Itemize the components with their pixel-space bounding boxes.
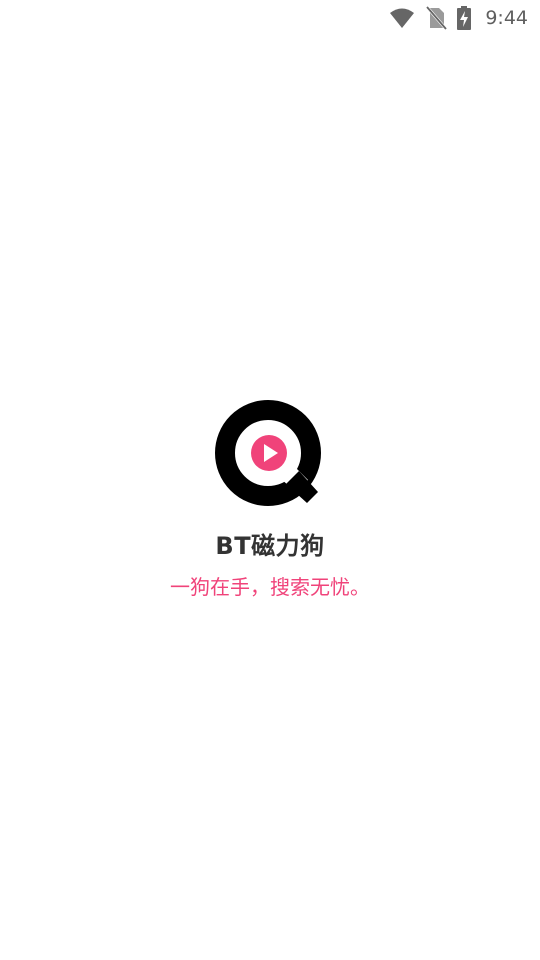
splash-screen: 9:44 BT磁力狗 一狗在手，搜索无忧。 xyxy=(0,0,540,960)
wifi-icon xyxy=(389,7,415,29)
status-time: 9:44 xyxy=(485,7,528,29)
app-name: BT磁力狗 xyxy=(215,532,325,560)
magnifier-play-icon xyxy=(215,400,321,506)
status-icons: 9:44 xyxy=(389,4,528,32)
app-slogan: 一狗在手，搜索无忧。 xyxy=(170,575,370,599)
battery-charging-icon xyxy=(457,6,472,30)
no-sim-icon xyxy=(425,6,448,30)
splash-content: BT磁力狗 一狗在手，搜索无忧。 xyxy=(0,400,540,600)
status-bar: 9:44 xyxy=(0,0,540,36)
